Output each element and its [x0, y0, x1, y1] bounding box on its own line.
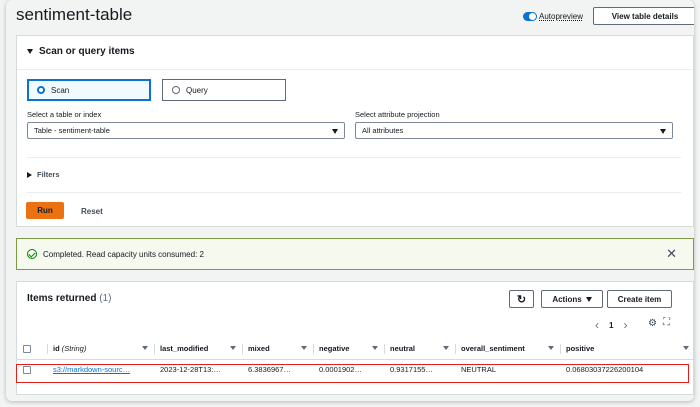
column-name: negative [319, 344, 350, 354]
scan-query-header[interactable]: Scan or query items [27, 46, 135, 57]
chevron-down-icon [660, 129, 666, 134]
radio-unselected-icon [172, 86, 180, 94]
column-separator [47, 344, 48, 354]
run-button[interactable]: Run [26, 202, 64, 219]
sort-icon [142, 346, 148, 350]
column-name: overall_sentiment [461, 344, 525, 354]
reset-button[interactable]: Reset [81, 207, 103, 216]
row-checkbox[interactable] [23, 365, 31, 374]
column-name: id [53, 344, 60, 354]
projection-select-value: All attributes [362, 126, 404, 135]
select-all-cell [17, 339, 47, 360]
autopreview-label: Autopreview [539, 12, 584, 21]
gear-icon[interactable]: ⚙ [648, 318, 657, 329]
cell-mixed: 6.3836967… [248, 364, 291, 374]
sort-icon [372, 346, 378, 350]
caret-down-icon [585, 296, 592, 302]
cell-negative: 0.0001902… [319, 364, 362, 374]
column-header-id[interactable]: id (String) [47, 339, 154, 360]
pagination: ‹ 1 › [595, 318, 627, 332]
column-name: last_modified [160, 344, 209, 354]
items-count: (1) [99, 293, 112, 304]
divider [27, 157, 681, 158]
filters-expander[interactable]: Filters [27, 170, 60, 179]
column-separator [154, 344, 155, 354]
column-separator [313, 344, 314, 354]
items-table: id (String) last_modified mixed negative… [17, 339, 694, 379]
cell-neutral: 0.9317155… [390, 364, 433, 374]
column-header-overall-sentiment[interactable]: overall_sentiment [455, 339, 560, 360]
column-separator [242, 344, 243, 354]
check-circle-icon [27, 249, 37, 259]
projection-select[interactable]: All attributes [355, 122, 673, 139]
table-select-label: Select a table or index [27, 110, 102, 119]
actions-button[interactable]: Actions [541, 290, 603, 308]
page-title: sentiment-table [16, 5, 133, 24]
items-returned-panel: Items returned (1) ↻ Actions Create item… [16, 281, 694, 395]
column-header-neutral[interactable]: neutral [384, 339, 455, 360]
column-separator [455, 344, 456, 354]
fullscreen-icon[interactable]: ⛶ [663, 317, 670, 328]
sort-icon [301, 346, 307, 350]
chevron-down-icon [332, 129, 338, 134]
query-tile[interactable]: Query [162, 79, 286, 101]
sort-icon [443, 346, 449, 350]
scan-query-panel: Scan or query items Scan Query Select a … [16, 35, 694, 227]
close-icon[interactable]: ✕ [666, 247, 677, 260]
column-header-mixed[interactable]: mixed [242, 339, 313, 360]
sort-icon [230, 346, 236, 350]
select-all-checkbox[interactable] [23, 345, 31, 354]
cell-id: s3://markdown-sourc… [47, 359, 154, 379]
column-separator [560, 344, 561, 354]
alert-message: Completed. Read capacity units consumed:… [43, 249, 204, 259]
table-select-value: Table - sentiment-table [34, 126, 110, 135]
divider [27, 192, 681, 193]
sort-icon [683, 346, 689, 350]
items-title-text: Items returned [27, 293, 97, 304]
scan-tile[interactable]: Scan [27, 79, 151, 101]
refresh-button[interactable]: ↻ [509, 290, 534, 308]
radio-selected-icon [37, 86, 45, 94]
column-header-last-modified[interactable]: last_modified [154, 339, 242, 360]
scan-label: Scan [51, 85, 70, 95]
autopreview-toggle[interactable] [523, 12, 537, 21]
cell-positive: 0.06803037226200104 [566, 364, 644, 374]
cell-last-modified: 2023-12-28T13:… [160, 364, 221, 374]
row-select-cell [17, 359, 47, 379]
previous-page-icon[interactable]: ‹ [595, 318, 599, 332]
cell-overall-sentiment: NEUTRAL [461, 364, 497, 374]
scan-query-title: Scan or query items [39, 46, 135, 57]
caret-right-icon [27, 171, 32, 178]
view-table-details-button[interactable]: View table details [593, 7, 694, 25]
column-name: neutral [390, 344, 416, 354]
page-number[interactable]: 1 [609, 321, 613, 330]
column-type: (String) [61, 344, 87, 354]
table-select[interactable]: Table - sentiment-table [27, 122, 345, 139]
column-name: mixed [248, 344, 270, 354]
divider [17, 69, 693, 70]
query-label: Query [186, 85, 208, 95]
column-header-positive[interactable]: positive [560, 339, 694, 360]
table-row[interactable]: s3://markdown-sourc… 2023-12-28T13:… 6.3… [17, 359, 694, 379]
actions-label: Actions [552, 294, 582, 304]
caret-down-icon [27, 49, 33, 54]
item-id-link[interactable]: s3://markdown-sourc… [53, 365, 130, 374]
sort-icon [548, 346, 554, 350]
table-header-row: id (String) last_modified mixed negative… [17, 339, 694, 360]
filters-label: Filters [37, 170, 60, 179]
column-separator [384, 344, 385, 354]
items-title: Items returned (1) [27, 293, 111, 304]
projection-select-label: Select attribute projection [355, 110, 440, 119]
dynamodb-explore-items-page: sentiment-table Autopreview View table d… [6, 0, 694, 401]
refresh-icon: ↻ [516, 293, 527, 306]
next-page-icon[interactable]: › [623, 318, 627, 332]
success-alert: Completed. Read capacity units consumed:… [16, 238, 694, 270]
create-item-button[interactable]: Create item [607, 290, 672, 308]
column-name: positive [566, 344, 595, 354]
column-header-negative[interactable]: negative [313, 339, 384, 360]
